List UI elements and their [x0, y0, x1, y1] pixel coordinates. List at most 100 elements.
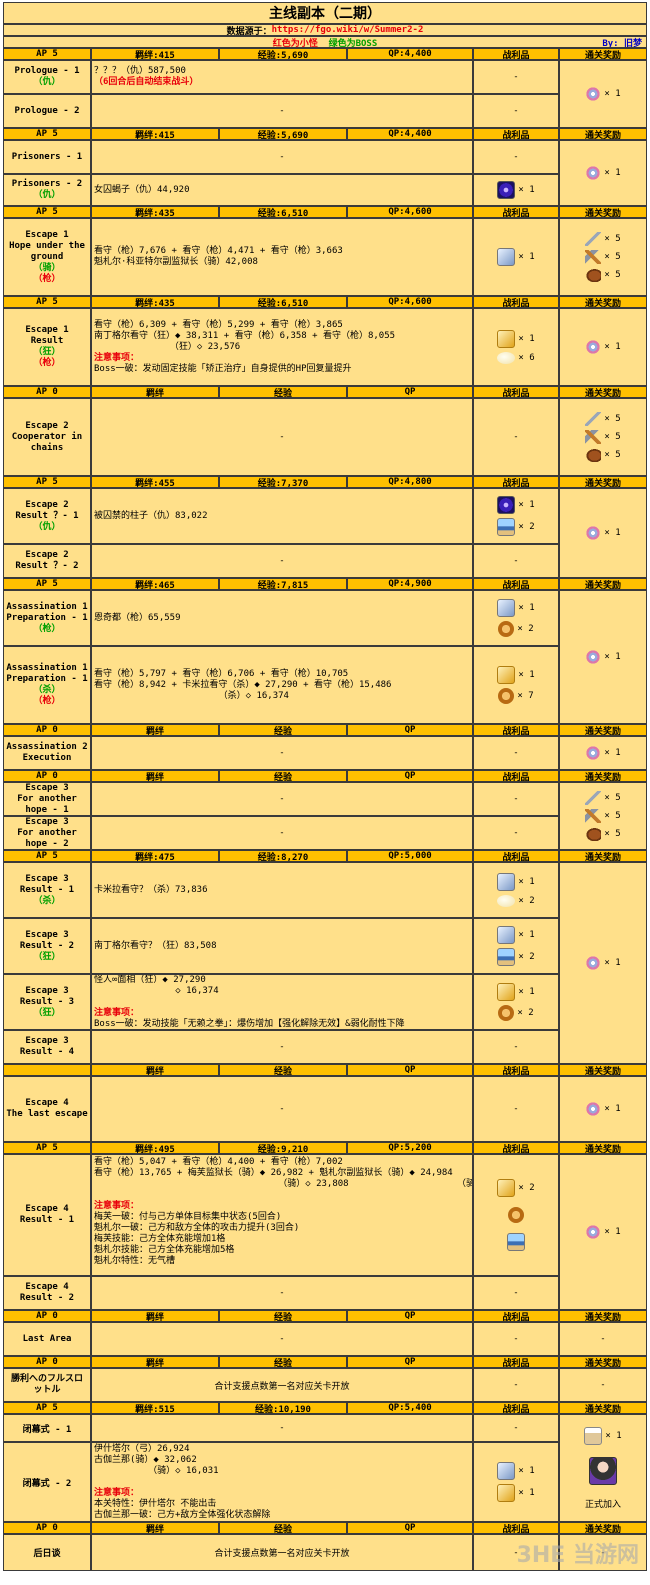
drops: × 1 × 2: [473, 918, 559, 974]
hdr-rewards: 通关奖励: [559, 770, 647, 782]
hdr-drops: 战利品: [473, 724, 559, 736]
hdr-drops: 战利品: [473, 206, 559, 218]
assassin-piece-icon: [497, 873, 516, 891]
guide-table: 主线副本（二期） 数据源于： https://fgo.wiki/w/Summer2…: [3, 2, 647, 1571]
enemy-info: -: [91, 1414, 473, 1442]
clear-reward: × 5 × 5 × 5: [559, 218, 647, 296]
hdr-ap: AP 5: [3, 1142, 91, 1154]
quest-name: Escape 2 Cooperator in chains: [3, 398, 91, 476]
hdr-exp: 经验:5,690: [219, 48, 347, 60]
drops: -: [473, 782, 559, 816]
source-link[interactable]: https://fgo.wiki/w/Summer2-2: [272, 25, 424, 35]
rider-card-icon: [497, 518, 516, 536]
hdr-exp: 经验:5,690: [219, 128, 347, 140]
rider-monument-icon: [497, 1179, 516, 1197]
hdr-ap: AP 0: [3, 1310, 91, 1322]
hdr-rewards: 通关奖励: [559, 850, 647, 862]
hdr-ap: AP 5: [3, 476, 91, 488]
quest-name: Prisoners - 1: [3, 140, 91, 174]
hdr-exp: 经验: [219, 1522, 347, 1534]
hdr-exp: 经验: [219, 770, 347, 782]
drops: -: [473, 94, 559, 128]
drops: × 1: [473, 218, 559, 296]
source-line: 数据源于： https://fgo.wiki/w/Summer2-2: [3, 24, 647, 36]
hdr-exp: 经验: [219, 386, 347, 398]
quest-name: 勝利へのフルスロ ットル: [3, 1368, 91, 1402]
enemy-info: -: [91, 1322, 473, 1356]
page-title: 主线副本（二期）: [3, 2, 647, 24]
quest-name: Last Area: [3, 1322, 91, 1356]
rider-piece-icon: [497, 1462, 516, 1480]
coin-material-icon: [498, 621, 515, 637]
clear-reward: × 1 正式加入: [559, 1414, 647, 1522]
enemy-info: -: [91, 140, 473, 174]
egg-material-icon: [497, 352, 516, 364]
drops: -: [473, 398, 559, 476]
clear-reward: × 1: [559, 590, 647, 724]
hdr-rewards: 通关奖励: [559, 1356, 647, 1368]
hdr-exp: 经验: [219, 1064, 347, 1076]
archer-monument-icon: [497, 1484, 516, 1502]
hdr-bond: 羁绊:415: [91, 48, 219, 60]
enemy-info: 怪人∞面相（狂）◆ 27,290 ◇ 16,374 注意事项： Boss一破：发动…: [91, 974, 473, 1030]
hdr-ap: AP 5: [3, 206, 91, 218]
enemy-info: 伊什塔尔（弓）26,924 古伽兰那(骑）◆ 32,062 （骑）◇ 16,031…: [91, 1442, 473, 1522]
berserker-piece-icon: [497, 926, 516, 944]
lancer-piece-icon: [497, 248, 516, 266]
hdr-bond: 羁绊: [91, 1310, 219, 1322]
enemy-info: 看守（枪）5,797 + 看守（枪）6,706 + 看守（枪）10,705 看守（…: [91, 646, 473, 724]
quest-name: Assassination 1 Preparation - 1 （枪）: [3, 590, 91, 646]
drops: -: [473, 816, 559, 850]
clear-reward: × 1: [559, 736, 647, 770]
saint-quartz-icon: [585, 649, 602, 665]
saint-quartz-icon: [585, 525, 602, 541]
hammer-material-icon: [585, 250, 602, 264]
enemy-info: 南丁格尔看守？（狂）83,508: [91, 918, 473, 974]
hdr-ap: AP 0: [3, 1522, 91, 1534]
enemy-info: 看守（枪）6,309 + 看守（枪）5,299 + 看守（枪）3,865 南丁格尔…: [91, 308, 473, 386]
quest-name: Escape 3 Result - 4: [3, 1030, 91, 1064]
hdr-qp: QP: [347, 1356, 473, 1368]
drops: -: [473, 1030, 559, 1064]
coin-material-icon: [507, 1207, 524, 1223]
hdr-qp: QP:4,400: [347, 128, 473, 140]
hdr-drops: 战利品: [473, 578, 559, 590]
hdr-qp: QP:4,400: [347, 48, 473, 60]
quest-name: Escape 4 Result - 2: [3, 1276, 91, 1310]
clear-reward: × 1: [559, 862, 647, 1064]
hdr-ap: AP 5: [3, 48, 91, 60]
hdr-qp: QP: [347, 1064, 473, 1076]
servant-portrait-icon: [588, 1456, 617, 1485]
enemy-info: 女囚蝎子（仇）44,920: [91, 174, 473, 206]
spear-material-icon: [585, 412, 602, 426]
drops: -: [473, 140, 559, 174]
hdr-bond: 羁绊:415: [91, 128, 219, 140]
enemy-info: -: [91, 736, 473, 770]
meat-material-icon: [585, 268, 602, 282]
hdr-rewards: 通关奖励: [559, 476, 647, 488]
enemy-info: -: [91, 1276, 473, 1310]
clear-reward: × 1: [559, 308, 647, 386]
enemy-info: 卡米拉看守？（杀）73,836: [91, 862, 473, 918]
coin-material-icon: [498, 688, 515, 704]
saint-quartz-icon: [585, 745, 602, 761]
quest-name: Escape 3 Result - 1 （杀）: [3, 862, 91, 918]
hdr-bond: 羁绊:455: [91, 476, 219, 488]
clear-reward: × 1: [559, 1076, 647, 1142]
enemy-info: -: [91, 816, 473, 850]
drops: × 1 × 2: [473, 488, 559, 544]
quest-name: Escape 3 For another hope - 1: [3, 782, 91, 816]
watermark-logo: 3HE 当游网: [516, 1543, 639, 1568]
hdr-drops: 战利品: [473, 128, 559, 140]
hdr-bond: 羁绊: [91, 386, 219, 398]
hdr-ap: AP 0: [3, 770, 91, 782]
hdr-exp: 经验:9,210: [219, 1142, 347, 1154]
drops: -: [473, 736, 559, 770]
enemy-info: -: [91, 1030, 473, 1064]
hdr-drops: 战利品: [473, 48, 559, 60]
hourglass-icon: [584, 1426, 603, 1445]
quest-name: Escape 3 For another hope - 2: [3, 816, 91, 850]
hdr-qp: QP:4,600: [347, 206, 473, 218]
hdr-qp: QP:4,600: [347, 296, 473, 308]
hdr-rewards: 通关奖励: [559, 206, 647, 218]
